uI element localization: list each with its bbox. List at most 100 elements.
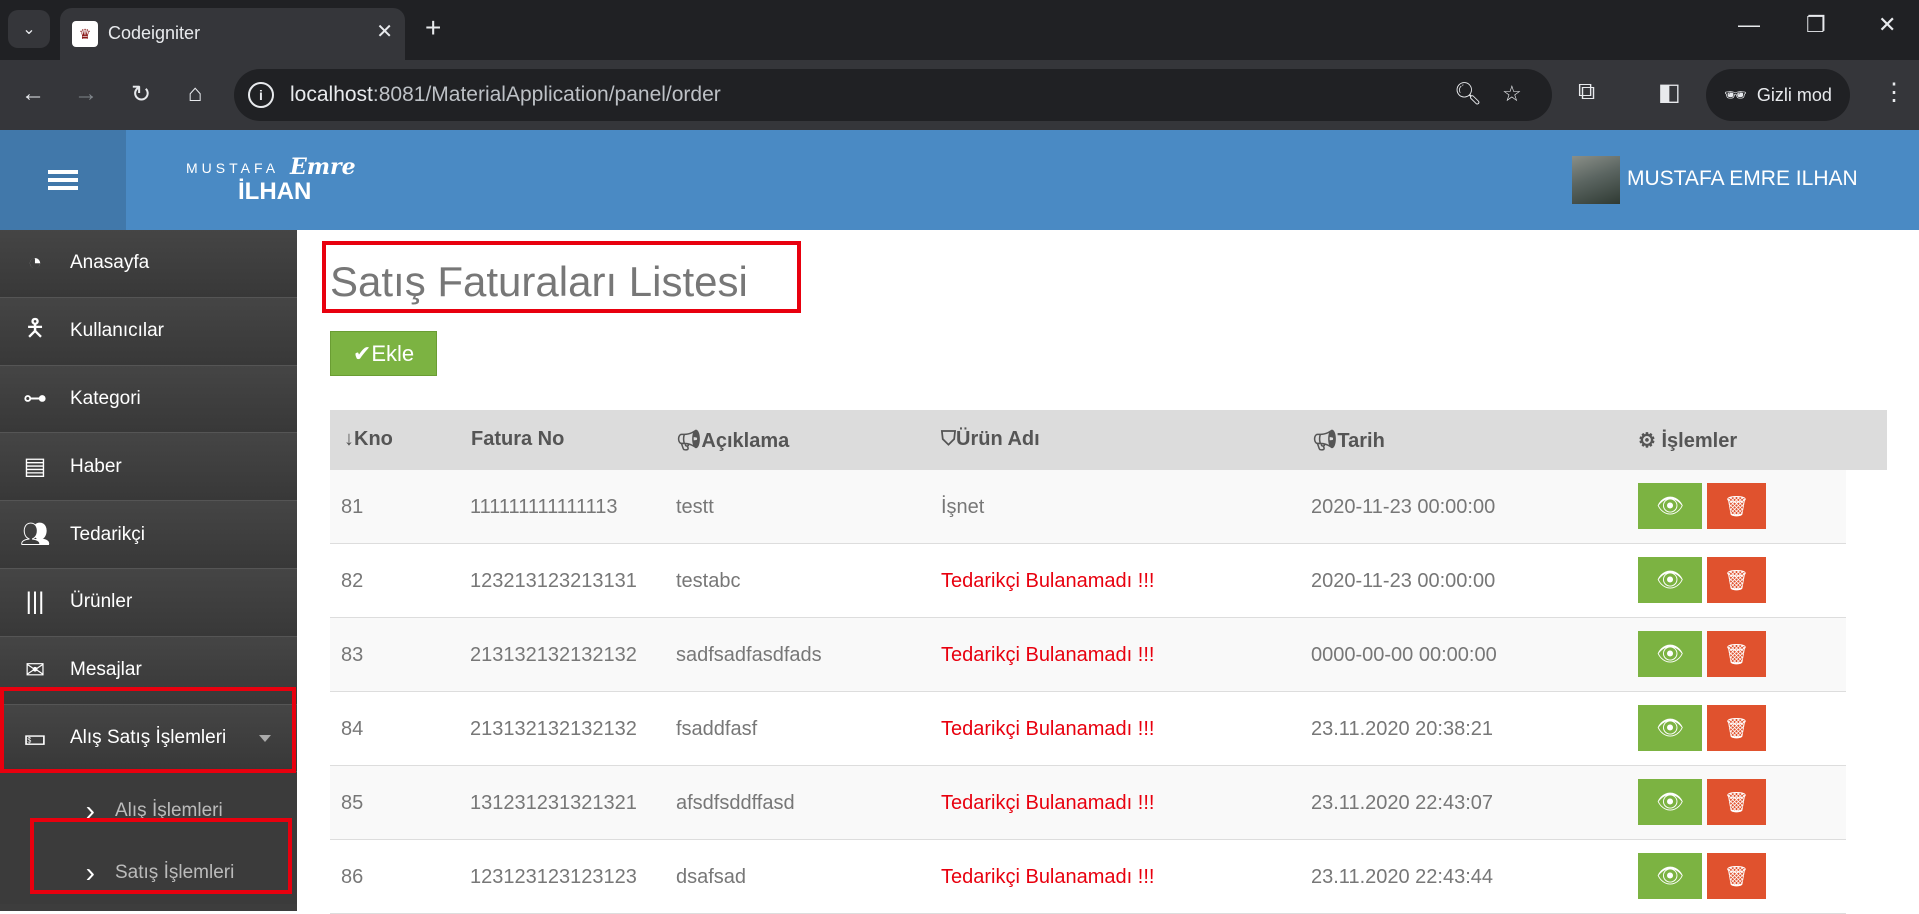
tab-search-icon[interactable]: ⌄: [8, 10, 50, 48]
incognito-icon: 🕶︎: [1724, 84, 1747, 105]
sidebar-item-urunler[interactable]: ||| Ürünler: [0, 568, 297, 637]
column-header-label: Tarih: [1337, 430, 1385, 452]
url-host: localhost: [290, 83, 373, 106]
url-text[interactable]: localhost:8081/MaterialApplication/panel…: [290, 83, 721, 107]
cell-aciklama: testabc: [676, 570, 741, 592]
cell-fatura: 123123123123123: [470, 866, 637, 888]
sidebar-item-alis-satis[interactable]: 💵︎ Alış Satış İşlemleri: [0, 704, 297, 773]
cell-kno: 82: [341, 570, 364, 592]
table-row: 85 131231231321321 afsdfsddffasd Tedarikçi …: [330, 766, 1846, 840]
cell-tarih: 0000-00-00 00:00:00: [1311, 644, 1497, 666]
logo-script-text: Emre: [290, 154, 356, 180]
sidebar-item-mesajlar[interactable]: ✉ Mesajlar: [0, 636, 297, 705]
trash-icon: 🗑︎: [1723, 569, 1750, 592]
view-button[interactable]: 👁︎: [1638, 483, 1702, 529]
tab-title: Codeigniter: [108, 23, 201, 43]
delete-button[interactable]: 🗑︎: [1707, 483, 1766, 529]
user-icon: 🯅: [24, 314, 46, 342]
column-header-kno[interactable]: ↓Kno: [344, 428, 393, 451]
incognito-badge[interactable]: 🕶︎ Gizli mod: [1706, 69, 1850, 121]
cell-urun: Tedarikçi Bulanamadı !!!: [941, 718, 1155, 740]
tab-close-icon[interactable]: ✕: [376, 19, 393, 44]
sidebar-toggle-button[interactable]: [0, 130, 126, 230]
column-header-aciklama: 📢︎Açıklama: [676, 428, 789, 453]
delete-button[interactable]: 🗑︎: [1707, 631, 1766, 677]
add-button[interactable]: ✔ Ekle: [330, 331, 437, 376]
sidebar-item-haber[interactable]: ▤ Haber: [0, 433, 297, 502]
barcode-icon: |||: [25, 588, 45, 616]
sidebar-item-label: Kategori: [70, 387, 141, 409]
envelope-icon: ✉: [24, 656, 46, 684]
cell-fatura: 213132132132132: [470, 644, 637, 666]
bookmark-star-icon[interactable]: ☆: [1502, 81, 1522, 107]
trash-icon: 🗑︎: [1723, 643, 1750, 666]
caret-down-icon: [259, 734, 271, 742]
add-button-label: Ekle: [371, 340, 415, 366]
avatar[interactable]: [1572, 156, 1620, 204]
reload-icon[interactable]: ↻: [126, 80, 156, 109]
close-window-icon[interactable]: ✕: [1878, 12, 1896, 38]
home-icon[interactable]: ⌂: [180, 80, 210, 108]
cell-fatura: 131231231321321: [470, 792, 637, 814]
column-header-islemler: ⚙ İşlemler: [1638, 428, 1737, 453]
view-button[interactable]: 👁︎: [1638, 853, 1702, 899]
sidebar: ◔ Anasayfa 🯅 Kullanıcılar ⊶ Kategori ▤ H…: [0, 230, 297, 911]
view-button[interactable]: 👁︎: [1638, 779, 1702, 825]
user-name[interactable]: MUSTAFA EMRE ILHAN: [1627, 167, 1858, 191]
site-logo[interactable]: MUSTAFA Emre İLHAN: [186, 154, 356, 206]
new-tab-icon[interactable]: +: [425, 12, 441, 44]
view-button[interactable]: 👁︎: [1638, 705, 1702, 751]
sidebar-item-kategori[interactable]: ⊶ Kategori: [0, 365, 297, 434]
money-icon: 💵︎: [24, 723, 46, 751]
address-bar[interactable]: i localhost:8081/MaterialApplication/pan…: [234, 69, 1552, 121]
eye-icon: 👁︎: [1656, 493, 1684, 518]
delete-button[interactable]: 🗑︎: [1707, 853, 1766, 899]
sidebar-subitem-satis[interactable]: › Satış İşlemleri: [0, 842, 297, 904]
sidebar-subitem-label: Satış İşlemleri: [115, 862, 235, 884]
zoom-icon[interactable]: 🔍︎: [1454, 81, 1482, 107]
bullhorn-icon: 📢︎: [1312, 430, 1338, 452]
sitemap-icon: ⊶: [23, 385, 47, 413]
sidebar-item-anasayfa[interactable]: ◔ Anasayfa: [0, 230, 297, 298]
sidebar-item-label: Ürünler: [70, 591, 133, 613]
incognito-label: Gizli mod: [1756, 84, 1832, 105]
cell-fatura: 213132132132132: [470, 718, 637, 740]
cell-aciklama: sadfsadfasdfads: [676, 644, 822, 666]
book-icon: ▤: [23, 453, 47, 481]
sidebar-item-tedarikci[interactable]: 👥︎ Tedarikçi: [0, 501, 297, 569]
logo-bottom-text: İLHAN: [238, 178, 312, 205]
column-header-label: İşlemler: [1661, 430, 1738, 452]
browser-tab[interactable]: ♛ Codeigniter ✕: [60, 8, 405, 60]
view-button[interactable]: 👁︎: [1638, 631, 1702, 677]
column-header-label: Kno: [354, 428, 393, 450]
delete-button[interactable]: 🗑︎: [1707, 779, 1766, 825]
eye-icon: 👁︎: [1656, 567, 1684, 592]
delete-button[interactable]: 🗑︎: [1707, 557, 1766, 603]
cell-fatura: 123213123213131: [470, 570, 637, 592]
site-info-icon[interactable]: i: [248, 82, 274, 108]
more-menu-icon[interactable]: ⋮: [1882, 78, 1906, 107]
restore-icon[interactable]: ❐: [1806, 12, 1826, 38]
trash-icon: 🗑︎: [1723, 865, 1750, 888]
back-icon[interactable]: ←: [18, 80, 48, 108]
sidebar-item-kullanicilar[interactable]: 🯅 Kullanıcılar: [0, 297, 297, 366]
extensions-icon[interactable]: ⧉: [1578, 78, 1595, 106]
sort-numeric-icon: ↓: [344, 428, 354, 450]
sidebar-item-label: Kullanıcılar: [70, 320, 164, 342]
column-header-fatura-no: Fatura No: [471, 428, 564, 451]
gears-icon: ⚙: [1638, 430, 1656, 452]
users-icon: 👥︎: [19, 521, 51, 549]
sidebar-subitem-alis[interactable]: › Alış İşlemleri: [0, 780, 297, 842]
chevron-right-icon: ›: [85, 795, 95, 827]
side-panel-icon[interactable]: ◧: [1658, 78, 1681, 107]
sidebar-item-label: Anasayfa: [70, 252, 150, 274]
hamburger-icon: [48, 166, 78, 194]
forward-icon[interactable]: →: [71, 80, 101, 108]
delete-button[interactable]: 🗑︎: [1707, 705, 1766, 751]
eye-icon: 👁︎: [1656, 789, 1684, 814]
minimize-icon[interactable]: —: [1738, 12, 1760, 38]
sidebar-item-label: Mesajlar: [70, 659, 142, 681]
column-header-label: Ürün Adı: [956, 428, 1040, 450]
table-body: 81 111111111111113 testt İşnet 2020-11-23 00…: [330, 470, 1887, 914]
view-button[interactable]: 👁︎: [1638, 557, 1702, 603]
